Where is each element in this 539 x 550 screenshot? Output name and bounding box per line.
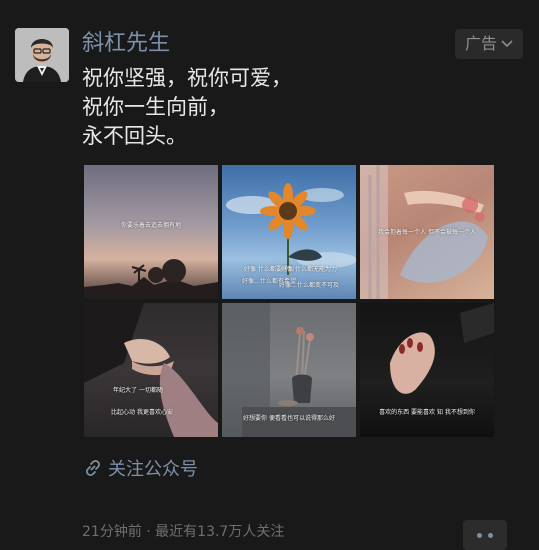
- image-grid: 你要乐着去追去拥有地 好像 什么都要得到 好像 什么都无能为力 好像…什么都有希: [84, 165, 494, 437]
- ad-label: 广告: [464, 34, 497, 53]
- post-text-line: 永不回头。: [82, 124, 187, 148]
- image-caption: 年纪大了 一切都随: [113, 387, 163, 394]
- post-meta: 21分钟前 · 最近有13.7万人关注: [82, 524, 285, 540]
- grid-image[interactable]: 年纪大了 一切都随 比起心动 我更喜欢心安: [84, 303, 218, 437]
- follow-link[interactable]: 关注公众号: [84, 454, 198, 482]
- dot-icon: [488, 532, 493, 538]
- post-text-line: 祝你坚强，祝你可爱，: [82, 66, 292, 90]
- author-name[interactable]: 斜杠先生: [82, 29, 170, 59]
- grid-image[interactable]: 我会抱着每一个人 但不会被每一个人: [360, 165, 494, 299]
- image-caption: 喜欢的东西 要能喜欢 知 我不想到你: [379, 409, 475, 416]
- image-caption: 好像…什么都变不可及: [278, 282, 339, 289]
- image-caption: 好想要你 便看看也可以说得那么好: [243, 415, 335, 422]
- grid-image[interactable]: 好像 什么都要得到 好像 什么都无能为力 好像…什么都有希望 好像…什么都变不可…: [222, 165, 356, 299]
- image-caption: 你要乐着去追去拥有地: [120, 222, 181, 229]
- more-button[interactable]: [463, 520, 507, 550]
- ad-badge[interactable]: 广告: [455, 29, 523, 59]
- image-caption: 我会抱着每一个人 但不会被每一个人: [378, 229, 476, 236]
- post-text-line: 祝你一生向前，: [82, 95, 229, 119]
- image-caption: 比起心动 我更喜欢心安: [111, 409, 173, 416]
- grid-image[interactable]: 你要乐着去追去拥有地: [84, 165, 218, 299]
- grid-image[interactable]: 喜欢的东西 要能喜欢 知 我不想到你: [360, 303, 494, 437]
- dot-icon: [477, 532, 482, 538]
- chevron-down-icon: [501, 40, 513, 48]
- avatar-portrait-icon: [15, 28, 69, 82]
- avatar[interactable]: [15, 28, 69, 82]
- tree-silhouette-icon: [84, 259, 218, 299]
- link-icon: [85, 459, 101, 477]
- image-caption: 好像 什么都无能为力: [281, 266, 337, 273]
- post-text: 祝你坚强，祝你可爱， 祝你一生向前， 永不回头。: [82, 64, 502, 151]
- follow-link-label: 关注公众号: [108, 459, 198, 480]
- grid-image[interactable]: 好想要你 便看看也可以说得那么好: [222, 303, 356, 437]
